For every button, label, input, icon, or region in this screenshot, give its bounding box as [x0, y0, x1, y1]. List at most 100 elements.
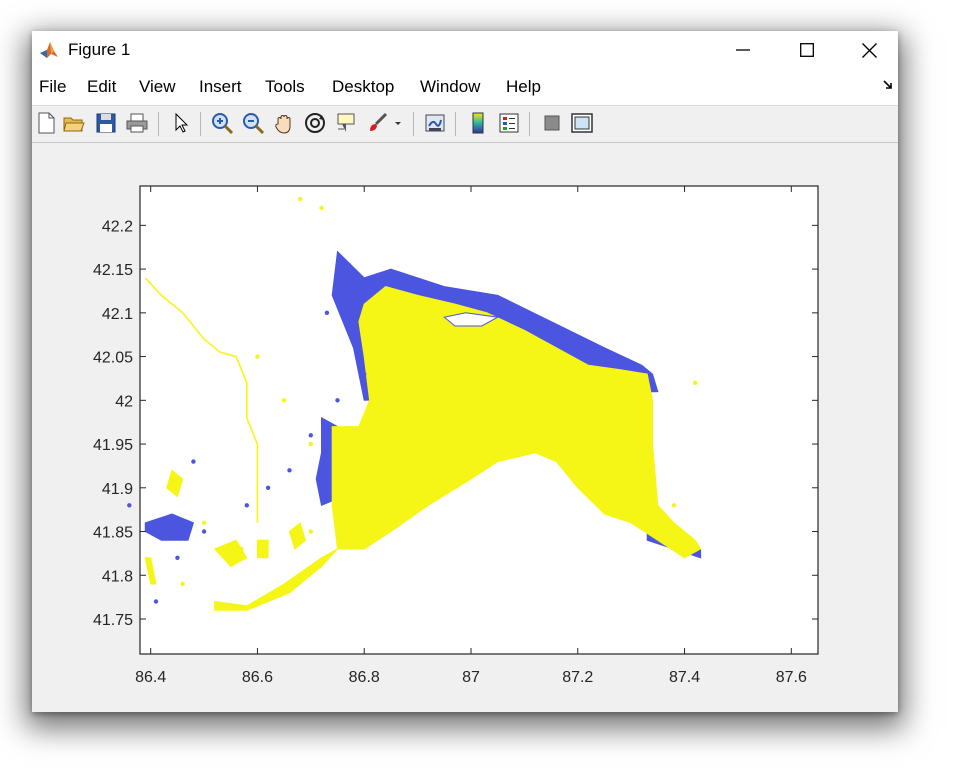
show-plot-tools-icon: [571, 113, 593, 133]
maximize-icon: [800, 43, 814, 57]
close-button[interactable]: [846, 33, 892, 67]
speckle-class-a-10: [628, 424, 634, 429]
menu-edit[interactable]: Edit: [87, 77, 116, 97]
speckle-class-a-0: [255, 354, 260, 359]
speckle-class-a-6: [308, 529, 313, 534]
zoom-out-icon: [243, 113, 265, 135]
speckle-class-a-5: [239, 546, 244, 552]
colorbar-icon: [472, 112, 484, 134]
speckle-class-a-1: [281, 398, 287, 403]
show-plot-tools-button[interactable]: [570, 111, 594, 135]
data-cursor-icon: [337, 113, 355, 132]
minimize-icon: [736, 49, 750, 51]
menu-tools[interactable]: Tools: [265, 77, 305, 97]
toolbar-separator: [200, 112, 201, 136]
x-tick-label: 86.4: [135, 669, 166, 686]
y-tick-label: 41.9: [102, 481, 133, 498]
colorbar-button[interactable]: [466, 111, 490, 135]
new-figure-icon: [38, 112, 55, 134]
speckle-class-a-8: [298, 196, 303, 202]
print-icon: [126, 113, 148, 133]
y-tick-label: 41.85: [93, 525, 133, 542]
brush-button[interactable]: [366, 111, 390, 135]
x-tick-label: 87.6: [776, 669, 807, 686]
print-button[interactable]: [125, 111, 149, 135]
y-tick-label: 41.95: [93, 437, 133, 454]
speckle-class-a-3: [201, 520, 207, 525]
zoom-in-button[interactable]: [210, 111, 234, 135]
toolbar-separator: [413, 112, 414, 136]
chevron-down-icon: [395, 122, 401, 125]
pan-button[interactable]: [272, 111, 296, 135]
x-tick-label: 87.4: [669, 669, 700, 686]
save-button[interactable]: [94, 111, 118, 135]
y-tick-label: 42.2: [102, 218, 133, 235]
x-tick-label: 86.6: [242, 669, 273, 686]
speckle-class-b-3: [287, 468, 292, 473]
brush-dropdown[interactable]: [392, 111, 404, 135]
y-tick-label: 41.8: [102, 568, 133, 585]
open-file-button[interactable]: [62, 111, 86, 135]
toolbar-separator: [455, 112, 456, 136]
hide-plot-tools-icon: [544, 115, 560, 131]
menu-window[interactable]: Window: [420, 77, 480, 97]
close-icon: [861, 42, 877, 58]
speckle-class-b-4: [265, 485, 271, 490]
speckle-class-b-11: [362, 371, 367, 377]
speckle-class-b-0: [324, 310, 330, 315]
window-title: Figure 1: [68, 40, 131, 59]
link-plot-icon: [425, 114, 445, 132]
open-file-icon: [63, 117, 85, 132]
pan-hand-icon: [275, 115, 291, 134]
menu-file[interactable]: File: [39, 77, 66, 97]
speckle-class-a-11: [671, 503, 677, 508]
speckle-class-a-4: [180, 581, 185, 587]
link-plot-button[interactable]: [423, 111, 447, 135]
x-tick-label: 87.2: [562, 669, 593, 686]
data-cursor-button[interactable]: [334, 111, 358, 135]
zoom-in-icon: [212, 113, 234, 135]
speckle-class-b-5: [244, 503, 249, 508]
x-tick-label: 87: [462, 669, 480, 686]
menu-insert[interactable]: Insert: [199, 77, 242, 97]
legend-button[interactable]: [497, 111, 521, 135]
lake-classification-map[interactable]: 86.4 86.6 86.8 87 87.2 87.4 87.6 41.75 41.8 41.8…: [32, 143, 898, 712]
speckle-class-b-6: [201, 529, 207, 534]
legend-icon: [499, 113, 519, 133]
x-tick-label: 86.8: [349, 669, 380, 686]
zoom-out-button[interactable]: [241, 111, 265, 135]
matlab-logo-icon: [40, 42, 58, 58]
hide-plot-tools-button[interactable]: [540, 111, 564, 135]
y-tick-label: 42.1: [102, 306, 133, 323]
speckle-class-b-7: [175, 555, 180, 560]
y-tick-label: 42.15: [93, 262, 133, 279]
save-icon: [96, 113, 116, 133]
title-bar[interactable]: Figure 1: [32, 31, 898, 69]
speckle-class-b-9: [191, 459, 196, 464]
y-tick-label: 42: [115, 393, 133, 410]
pointer-icon: [175, 112, 189, 133]
speckle-class-b-10: [127, 503, 132, 508]
speckle-class-b-1: [335, 398, 340, 403]
speckle-class-a-7: [693, 380, 698, 385]
rotate-3d-icon: [305, 113, 325, 133]
figure-toolbar: [32, 106, 898, 143]
figure-window: Figure 1 File Edit View Insert Tools Des…: [32, 31, 898, 712]
speckle-class-a-2: [308, 441, 313, 447]
maximize-button[interactable]: [784, 33, 830, 67]
minimize-button[interactable]: [720, 33, 766, 67]
toolbar-separator: [158, 112, 159, 136]
speckle-class-b-2: [308, 433, 313, 438]
region-class-a-9: [256, 539, 269, 559]
speckle-class-a-9: [319, 205, 324, 211]
dock-arrow-icon[interactable]: [882, 79, 894, 91]
new-figure-button[interactable]: [34, 111, 58, 135]
brush-icon: [370, 112, 388, 131]
menu-view[interactable]: View: [139, 77, 176, 97]
toolbar-separator: [529, 112, 530, 136]
pointer-button[interactable]: [169, 111, 193, 135]
plot-area: 86.4 86.6 86.8 87 87.2 87.4 87.6 41.75 41.8 41.8…: [32, 143, 898, 712]
rotate-3d-button[interactable]: [303, 111, 327, 135]
menu-help[interactable]: Help: [506, 77, 541, 97]
menu-desktop[interactable]: Desktop: [332, 77, 394, 97]
